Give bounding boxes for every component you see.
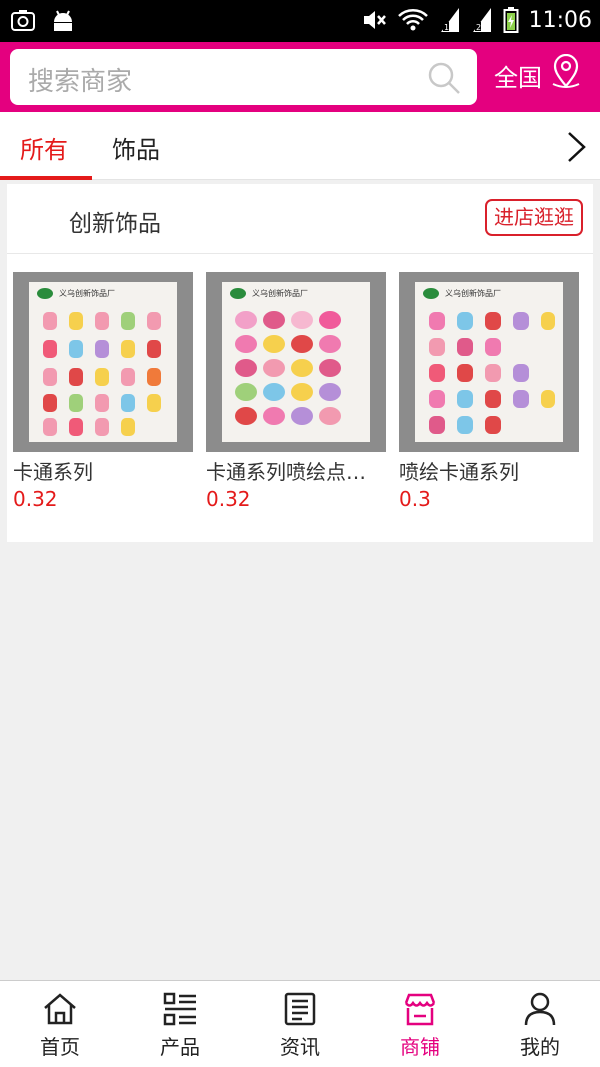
product-price: 0.32 [13, 487, 58, 511]
product-item[interactable]: 义乌创新饰品厂 [13, 272, 193, 511]
nav-news[interactable]: 资讯 [240, 981, 360, 1067]
mute-icon [363, 11, 386, 29]
bottom-navigation: 首页 产品 资讯 商铺 我的 [0, 980, 600, 1067]
region-selector[interactable]: 全国 [494, 58, 542, 93]
screenshot-icon [11, 10, 35, 31]
category-tabs: 所有 饰品 [0, 112, 600, 180]
search-placeholder: 搜索商家 [28, 67, 133, 97]
search-input[interactable]: 搜索商家 [10, 49, 477, 105]
store-card: 创新饰品 进店逛逛 义乌创新饰品厂 卡通系列 0.32 义乌创新饰品厂 卡通系列… [7, 184, 593, 542]
product-name[interactable]: 卡通系列喷绘点… [206, 456, 386, 485]
user-icon [524, 992, 556, 1026]
wifi-icon [397, 9, 428, 31]
nav-profile-label: 我的 [520, 1035, 560, 1059]
clock: 11:06 [528, 7, 592, 33]
nav-news-label: 资讯 [280, 1035, 320, 1059]
header-bar: 搜索商家 全国 [0, 42, 600, 112]
store-name[interactable]: 创新饰品 [69, 204, 161, 238]
product-image[interactable]: 义乌创新饰品厂 [206, 272, 386, 452]
active-tab-indicator [0, 176, 92, 180]
product-name[interactable]: 卡通系列 [13, 456, 193, 485]
sim2-signal-icon: 2 [472, 8, 491, 32]
product-price: 0.32 [206, 487, 251, 511]
cartoon-pins-grid [429, 312, 555, 434]
store-card-header: 创新饰品 进店逛逛 [7, 184, 593, 254]
product-board: 义乌创新饰品厂 [222, 282, 370, 442]
tab-all[interactable]: 所有 [20, 130, 68, 165]
product-board: 义乌创新饰品厂 [415, 282, 563, 442]
search-icon[interactable] [427, 61, 461, 95]
product-name[interactable]: 喷绘卡通系列 [399, 456, 579, 485]
svg-text:1: 1 [444, 23, 449, 32]
nav-products-label: 产品 [160, 1035, 200, 1059]
nav-profile[interactable]: 我的 [480, 981, 600, 1067]
nav-home-label: 首页 [40, 1035, 80, 1059]
sim1-signal-icon: 1 [440, 8, 459, 32]
product-board: 义乌创新饰品厂 [29, 282, 177, 442]
cartoon-pins-grid [43, 312, 161, 436]
news-icon [284, 992, 316, 1026]
nav-shops-label: 商铺 [400, 1035, 440, 1059]
list-icon [163, 992, 196, 1026]
battery-charging-icon [503, 7, 519, 33]
product-image[interactable]: 义乌创新饰品厂 [399, 272, 579, 452]
status-bar: 1 2 11:06 [0, 0, 600, 42]
product-item[interactable]: 义乌创新饰品厂 [206, 272, 386, 511]
home-icon [44, 993, 76, 1025]
svg-text:2: 2 [476, 23, 481, 32]
visit-store-button[interactable]: 进店逛逛 [485, 199, 583, 236]
android-icon [54, 10, 72, 31]
nav-home[interactable]: 首页 [0, 981, 120, 1067]
product-price: 0.3 [399, 487, 431, 511]
product-image[interactable]: 义乌创新饰品厂 [13, 272, 193, 452]
nav-shops[interactable]: 商铺 [360, 981, 480, 1067]
product-item[interactable]: 义乌创新饰品厂 [399, 272, 579, 511]
location-pin-icon[interactable] [550, 54, 582, 90]
chevron-right-icon[interactable] [564, 130, 588, 164]
tab-accessories[interactable]: 饰品 [112, 130, 160, 165]
nav-products[interactable]: 产品 [120, 981, 240, 1067]
shop-icon [404, 993, 436, 1026]
cartoon-pins-grid [235, 311, 341, 425]
